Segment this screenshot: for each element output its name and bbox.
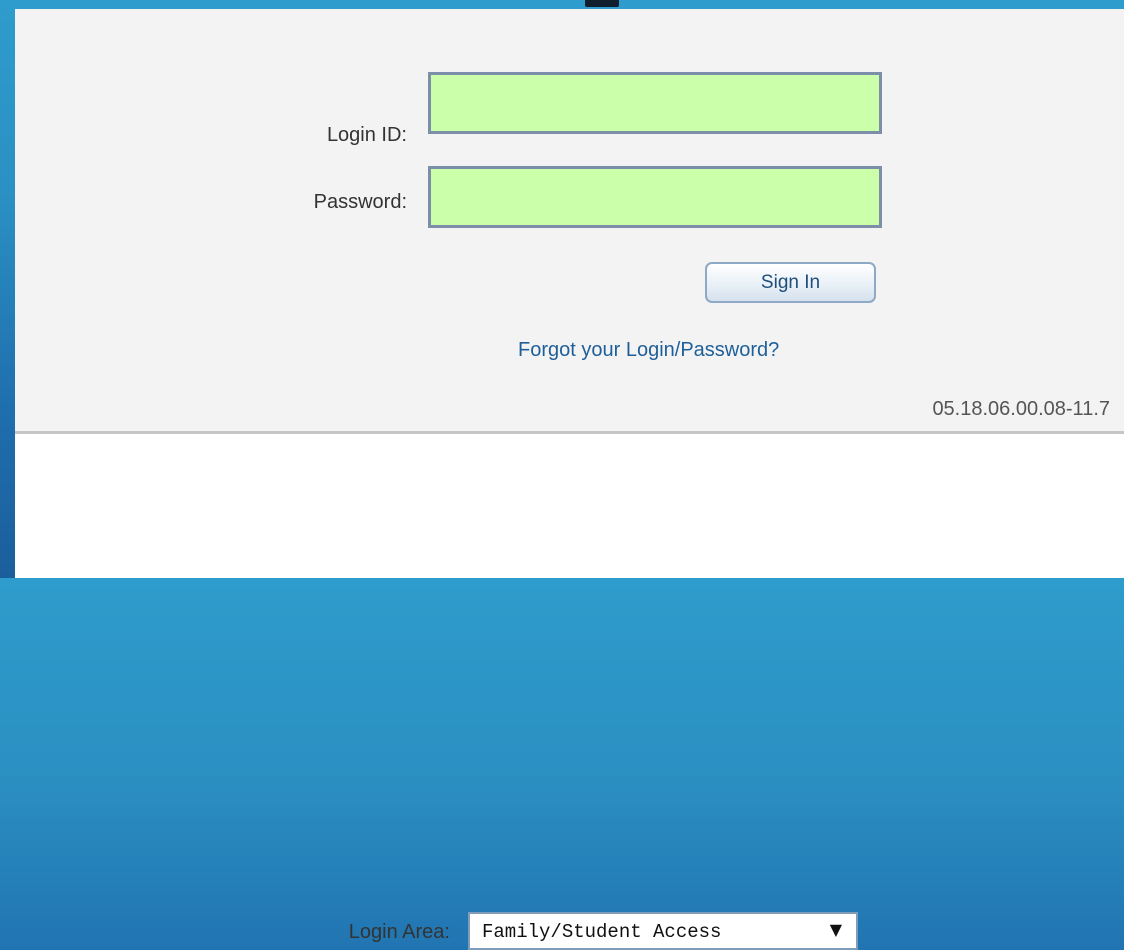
login-id-label: Login ID: — [326, 124, 407, 146]
dropdown-arrow-icon: ▼ — [829, 920, 842, 939]
sign-in-button[interactable]: Sign In — [705, 262, 876, 303]
login-panel: Login ID: Password: Sign In Forgot your … — [15, 9, 1124, 950]
login-area-section: Login Area: Family/Student Access ▼ — [15, 434, 1124, 950]
login-area-label: Login Area: — [348, 921, 450, 943]
header-fragment — [585, 0, 619, 7]
password-input[interactable] — [428, 166, 882, 228]
password-label: Password: — [313, 191, 407, 213]
version-text: 05.18.06.00.08-11.7 — [932, 398, 1110, 420]
login-id-input[interactable] — [428, 72, 882, 134]
forgot-login-link[interactable]: Forgot your Login/Password? — [518, 339, 779, 362]
login-area-select[interactable]: Family/Student Access ▼ — [468, 912, 858, 950]
login-area-selected-value: Family/Student Access — [482, 921, 722, 943]
